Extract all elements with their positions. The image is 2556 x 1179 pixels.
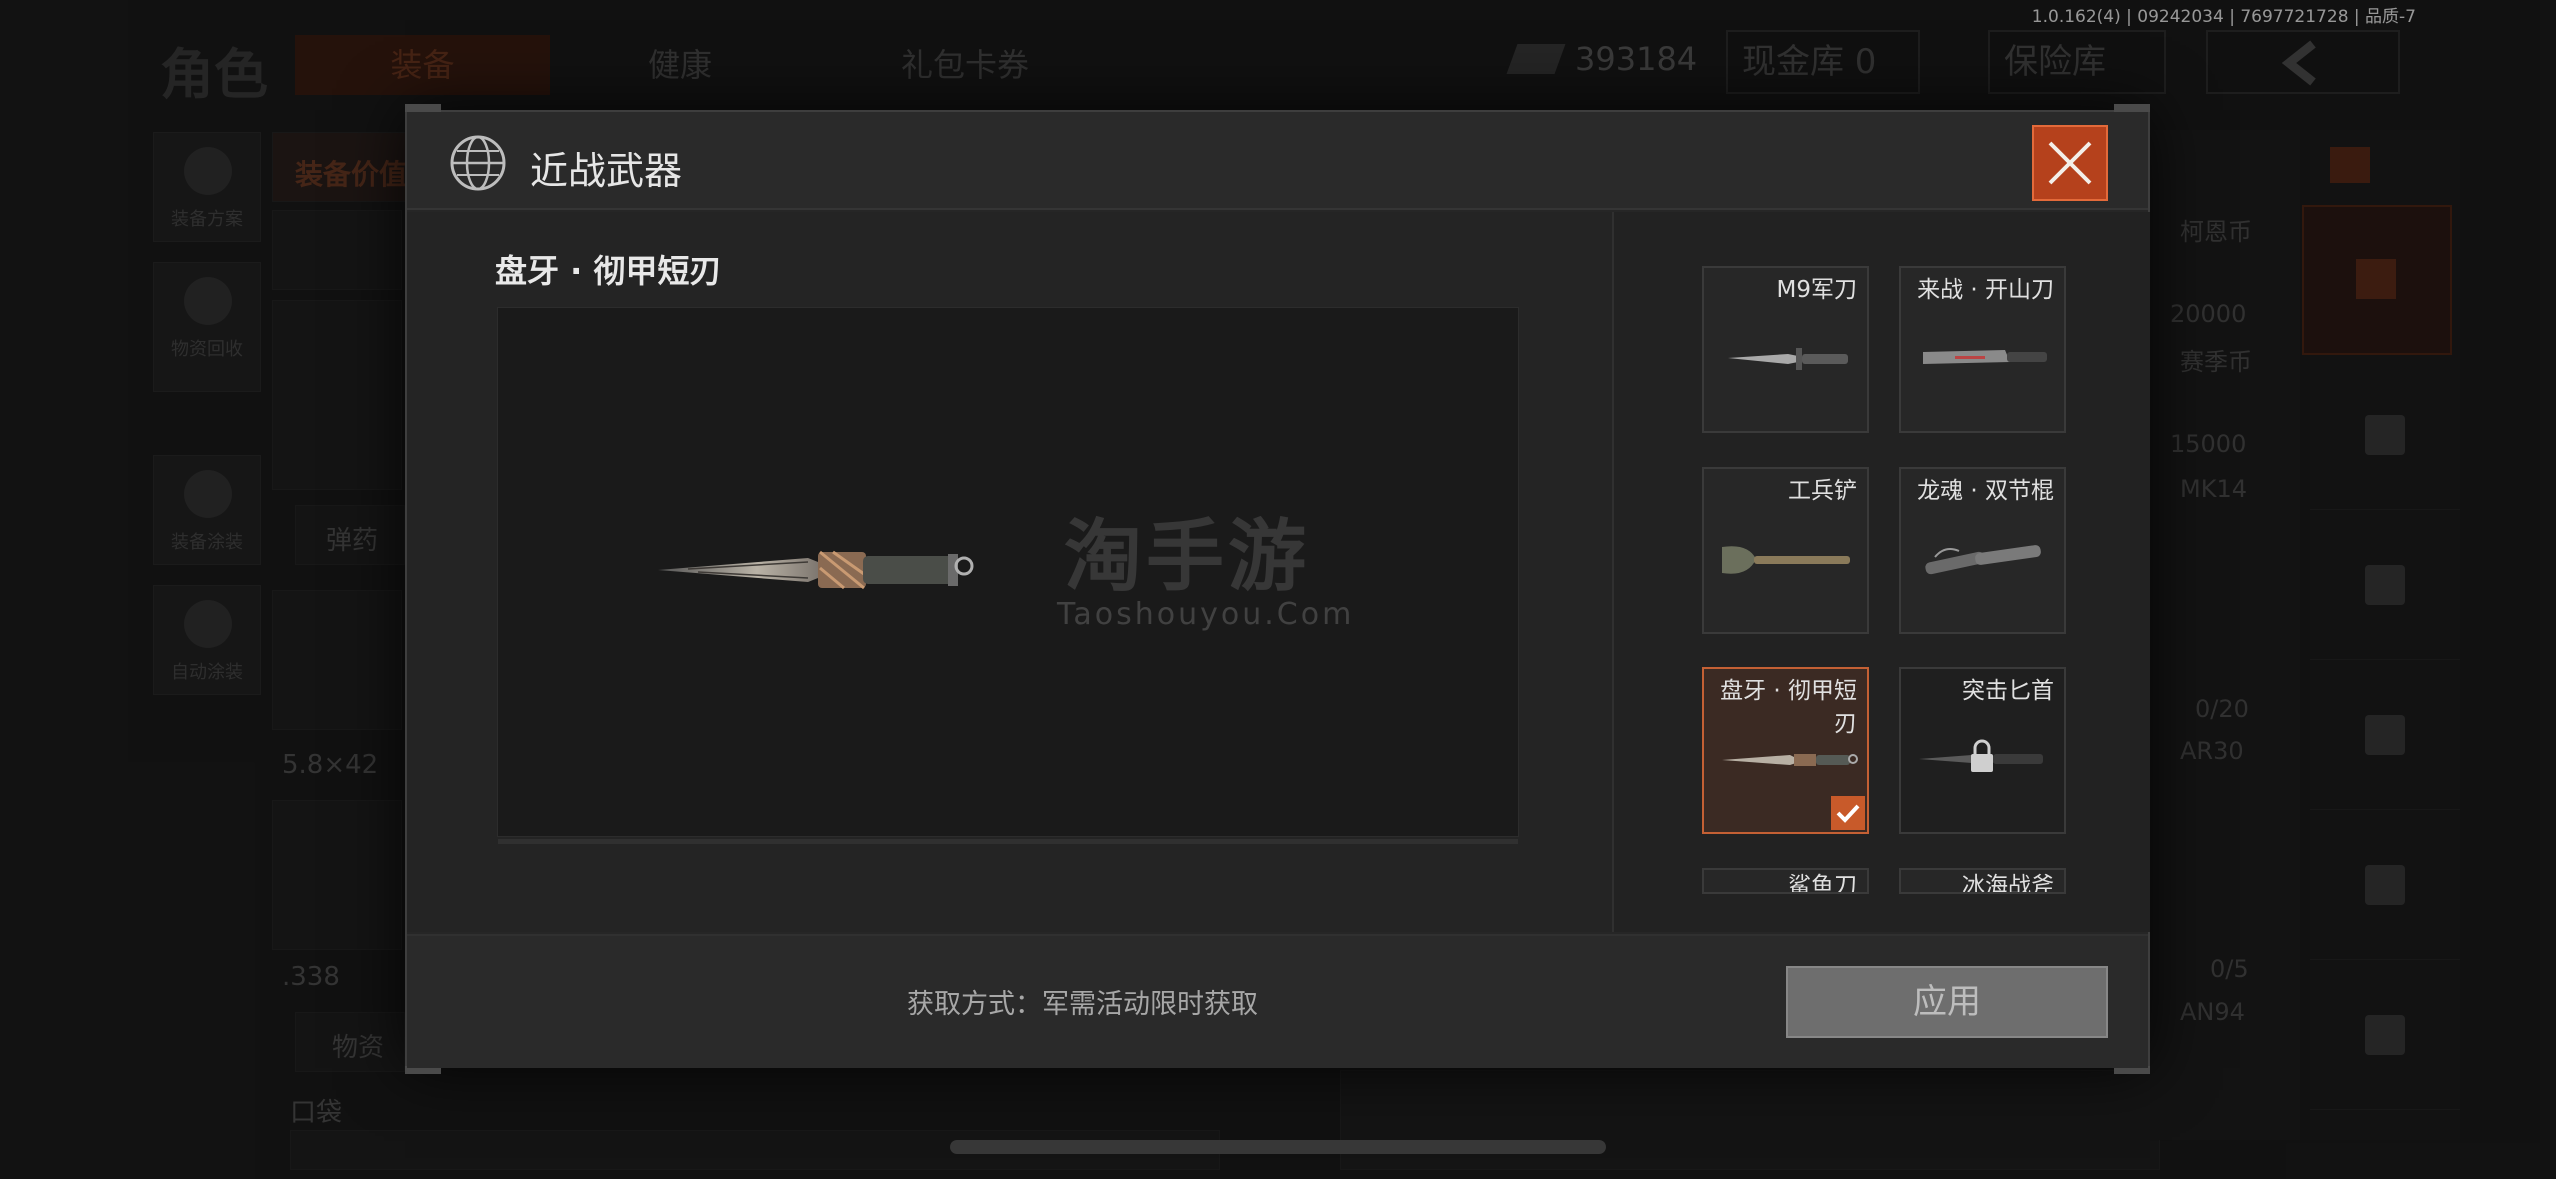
dialog-header: 近战武器 [407,112,2148,210]
checkmark-icon [1831,796,1865,830]
lock-icon [1971,739,1993,772]
weapon-item-label: 来战 · 开山刀 [1917,277,2054,303]
weapon-item-fang-dagger[interactable]: 盘牙 · 彻甲短刃 [1702,667,1869,834]
selected-weapon-name: 盘牙 · 彻甲短刃 [495,252,722,290]
watermark-cn: 淘手游 [1063,512,1310,602]
weapon-item-ice-axe[interactable]: 冰海战斧 [1899,868,2066,894]
weapon-item-label: 冰海战斧 [1962,873,2054,894]
globe-icon [450,135,506,191]
weapon-item-label: 龙魂 · 双节棍 [1917,478,2054,504]
frame-corner [2114,104,2150,112]
fang-dagger-thumbnail [1722,754,1858,766]
m9-bayonet-image [1728,348,1848,370]
preview-progress-bar [498,839,1518,844]
acquire-method-text: 获取方式：军需活动限时获取 [907,989,1258,1020]
weapon-item-assault-dagger[interactable]: 突击匕首 [1899,667,2066,834]
nunchaku-image [1925,545,2041,575]
fang-dagger-image [658,550,974,590]
weapon-preview-panel: 盘牙 · 彻甲短刃 淘手游 Taoshouyou.Com [407,212,1612,932]
watermark-en: Taoshouyou.Com [1057,597,1355,632]
frame-corner [405,104,441,112]
weapon-item-machete[interactable]: 来战 · 开山刀 [1899,266,2066,433]
weapon-item-shark-knife[interactable]: 鲨鱼刀 [1702,868,1869,894]
entrenching-shovel-image [1722,546,1850,574]
weapon-item-shovel[interactable]: 工兵铲 [1702,467,1869,634]
weapon-item-label: 鲨鱼刀 [1788,873,1857,894]
weapon-item-label: 突击匕首 [1962,678,2054,704]
dialog-title: 近战武器 [530,149,683,193]
watermark: 淘手游 Taoshouyou.Com [1057,512,1355,632]
weapon-item-m9[interactable]: M9军刀 [1702,266,1869,433]
apply-button[interactable]: 应用 [1786,966,2108,1038]
weapon-item-label: M9军刀 [1776,277,1857,303]
weapon-item-label: 盘牙 · 彻甲短刃 [1720,678,1857,737]
close-icon [2048,141,2092,185]
weapon-item-label: 工兵铲 [1788,478,1857,504]
weapon-preview[interactable] [497,307,1519,844]
machete-image [1923,350,2047,364]
close-button[interactable] [2032,125,2108,201]
melee-weapon-dialog: 近战武器 盘牙 · 彻甲短刃 淘手游 Taoshouyou.Com M9军刀 来… [405,104,2150,1074]
weapon-list[interactable]: M9军刀 来战 · 开山刀 工兵铲 龙魂 · 双节棍 盘牙 · 彻甲短刃 突击匕… [1614,212,2150,932]
dialog-footer: 获取方式：军需活动限时获取 应用 [407,934,2148,1068]
weapon-item-nunchaku[interactable]: 龙魂 · 双节棍 [1899,467,2066,634]
